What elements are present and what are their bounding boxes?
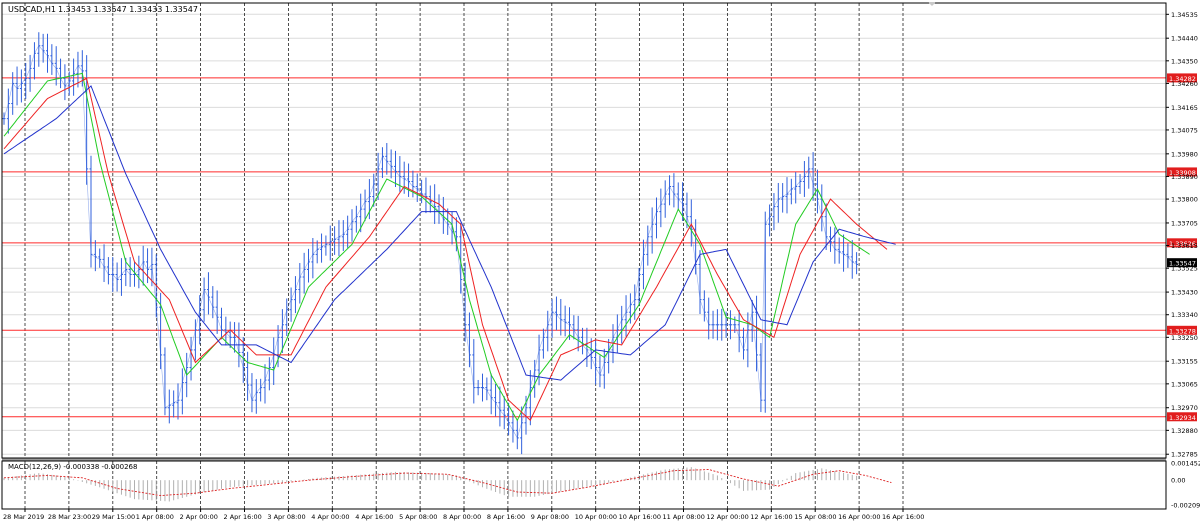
price-tick-label: 1.34165 <box>1171 104 1198 112</box>
macd-label: MACD(12,26,9) -0.000338 -0.000268 <box>8 463 137 471</box>
time-tick-label: 8 Apr 00:00 <box>443 513 481 521</box>
current-price-label: 1.33547 <box>1169 260 1196 268</box>
price-tick-label: 1.33340 <box>1171 311 1198 319</box>
time-tick-label: 16 Apr 00:00 <box>838 513 880 521</box>
chart-background <box>0 0 1200 523</box>
price-tick-label: 1.33065 <box>1171 380 1198 388</box>
time-tick-label: 4 Apr 16:00 <box>355 513 393 521</box>
price-tick-label: 1.33615 <box>1171 242 1198 250</box>
price-tick-label: 1.33800 <box>1171 196 1198 204</box>
symbol-label: USDCAD,H1 <box>8 5 56 14</box>
time-tick-label: 12 Apr 16:00 <box>750 513 792 521</box>
price-tick-label: 1.33155 <box>1171 358 1198 366</box>
time-tick-label: 3 Apr 08:00 <box>267 513 305 521</box>
macd-tick-label: 0.00 <box>1171 477 1185 485</box>
ohlc-readout: 1.33453 1.33547 1.33433 1.33547 <box>58 5 198 14</box>
time-tick-label: 4 Apr 00:00 <box>311 513 349 521</box>
time-tick-label: 10 Apr 00:00 <box>575 513 617 521</box>
price-tick-label: 1.34440 <box>1171 35 1198 43</box>
time-tick-label: 10 Apr 16:00 <box>619 513 661 521</box>
price-tick-label: 1.33890 <box>1171 173 1198 181</box>
time-tick-label: 1 Apr 08:00 <box>136 513 174 521</box>
price-tick-label: 1.32970 <box>1171 404 1198 412</box>
time-tick-label: 11 Apr 08:00 <box>663 513 705 521</box>
time-tick-label: 28 Mar 2019 <box>3 513 44 521</box>
price-tick-label: 1.33980 <box>1171 150 1198 158</box>
price-tick-label: 1.32880 <box>1171 427 1198 435</box>
time-tick-label: 2 Apr 00:00 <box>180 513 218 521</box>
price-tick-label: 1.34350 <box>1171 57 1198 65</box>
price-tick-label: 1.34260 <box>1171 80 1198 88</box>
time-tick-label: 8 Apr 16:00 <box>487 513 525 521</box>
time-tick-label: 28 Mar 23:00 <box>48 513 91 521</box>
price-tick-label: 1.34075 <box>1171 126 1198 134</box>
time-tick-label: 15 Apr 08:00 <box>794 513 836 521</box>
chart-window: 1.34282 1.33908 1.33626 1.33278 1.32934 1.34… <box>0 0 1200 523</box>
level-price-label: 1.32934 <box>1169 414 1196 422</box>
time-tick-label: 9 Apr 08:00 <box>531 513 569 521</box>
macd-tick-label: 0.001452 <box>1171 460 1200 468</box>
time-tick-label: 16 Apr 16:00 <box>882 513 924 521</box>
price-tick-label: 1.34535 <box>1171 11 1198 19</box>
time-tick-label: 5 Apr 08:00 <box>399 513 437 521</box>
chart-canvas[interactable]: 1.342821.339081.336261.332781.32934 1.34… <box>0 0 1200 523</box>
price-axis: 1.34535 1.34440 1.34350 1.34260 1.34165 1.340… <box>1166 11 1200 510</box>
time-tick-label: 29 Mar 15:00 <box>92 513 135 521</box>
price-tick-label: 1.33705 <box>1171 219 1198 227</box>
macd-tick-label: -0.002097 <box>1171 502 1200 510</box>
time-tick-label: 12 Apr 00:00 <box>706 513 748 521</box>
time-tick-label: 2 Apr 16:00 <box>224 513 262 521</box>
price-tick-label: 1.33430 <box>1171 289 1198 297</box>
price-tick-label: 1.32785 <box>1171 451 1198 459</box>
price-tick-label: 1.33250 <box>1171 334 1198 342</box>
